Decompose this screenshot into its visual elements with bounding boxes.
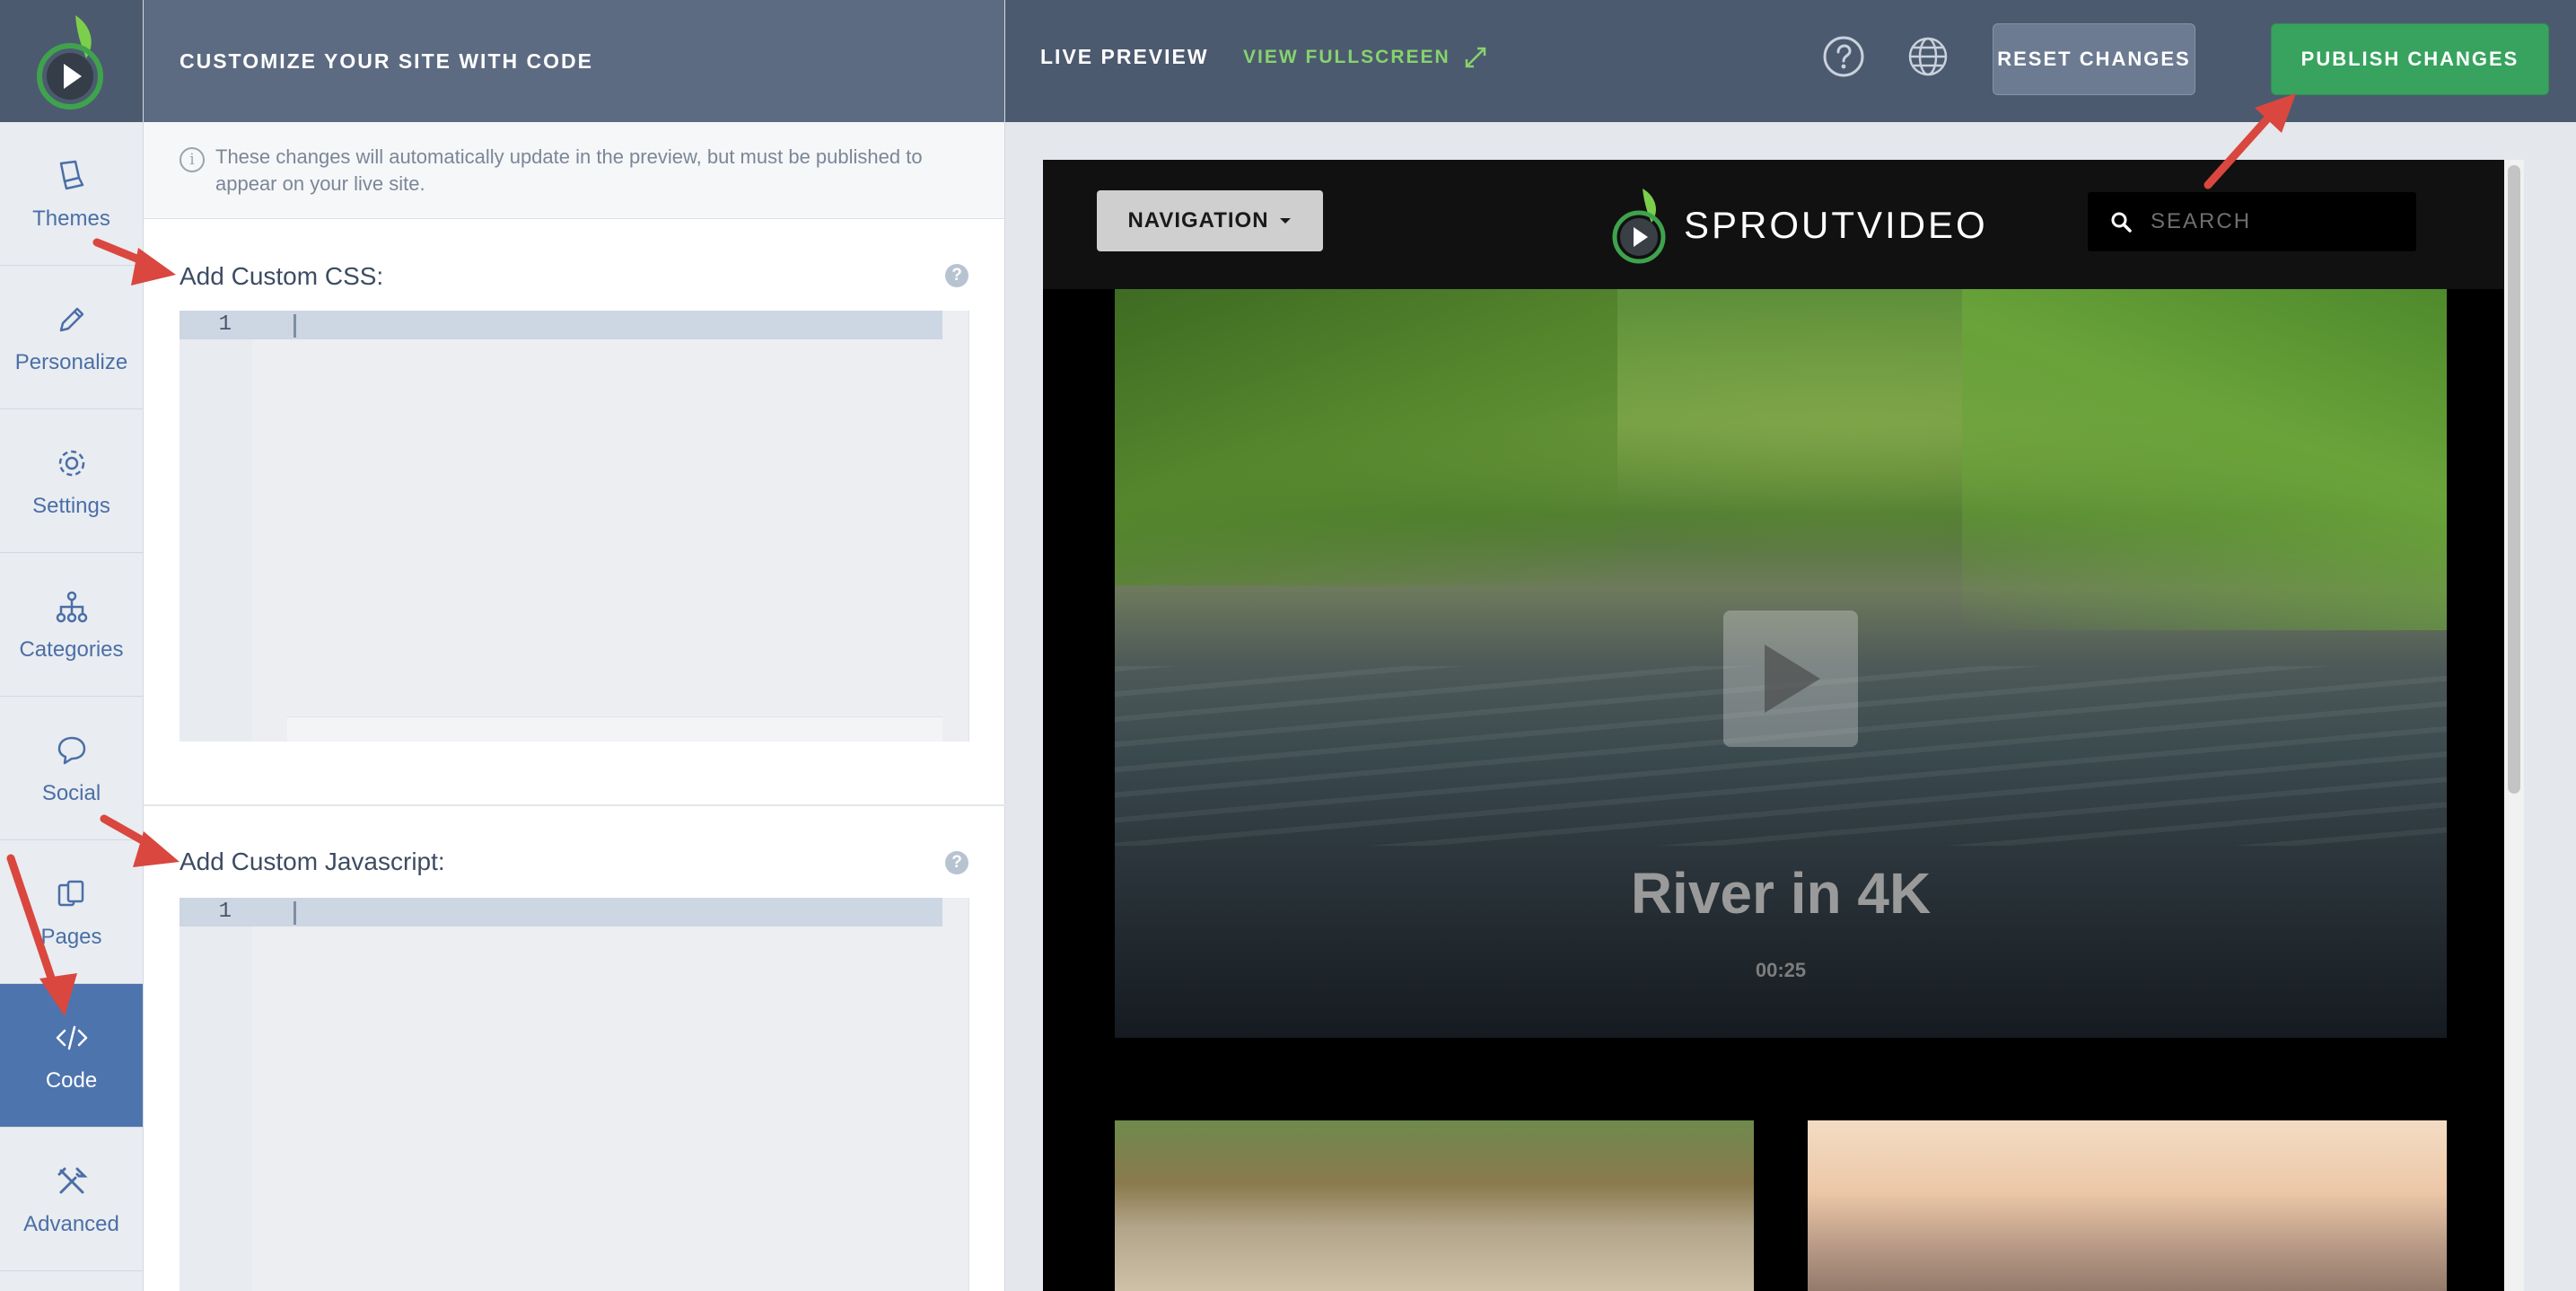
line-number: 1 xyxy=(218,900,232,924)
sidebar-item-personalize[interactable]: Personalize xyxy=(0,266,143,409)
publish-changes-button[interactable]: PUBLISH CHANGES xyxy=(2271,23,2549,95)
help-circle-icon[interactable] xyxy=(1822,35,1865,78)
caret-down-icon xyxy=(1279,218,1291,224)
sidebar-item-themes[interactable]: Themes xyxy=(0,122,143,266)
site-search-input[interactable]: SEARCH xyxy=(2088,192,2416,251)
js-code-editor[interactable]: 1 xyxy=(180,898,969,1291)
search-placeholder: SEARCH xyxy=(2151,209,2252,233)
css-code-editor[interactable]: 1 xyxy=(180,311,969,742)
sidebar-item-settings[interactable]: Settings xyxy=(0,409,143,553)
preview-scrollbar-thumb[interactable] xyxy=(2508,165,2520,794)
view-fullscreen-link[interactable]: VIEW FULLSCREEN xyxy=(1243,45,1488,70)
sidebar-item-label: Settings xyxy=(32,493,110,518)
gear-icon xyxy=(58,450,84,476)
horizontal-scrollbar[interactable] xyxy=(287,716,942,742)
site-header: NAVIGATION SPROUTVIDEO SEARCH xyxy=(1043,160,2519,289)
navigation-label: NAVIGATION xyxy=(1127,208,1269,233)
notice-line-1: These changes will automatically update … xyxy=(215,145,923,168)
text-caret xyxy=(294,314,296,338)
line-gutter xyxy=(180,311,252,742)
custom-js-title: Add Custom Javascript: xyxy=(180,847,445,875)
hero-image-forest-right xyxy=(1962,289,2447,630)
sidebar-item-label: Social xyxy=(41,780,101,805)
sprout-logo[interactable] xyxy=(0,0,143,122)
sidebar-item-pages[interactable]: Pages xyxy=(0,840,143,984)
brand-name: SPROUTVIDEO xyxy=(1684,204,1988,246)
sprout-logo-icon xyxy=(36,15,103,110)
text-caret xyxy=(294,901,296,925)
expand-icon xyxy=(1465,47,1485,68)
sidebar-item-categories[interactable]: Categories xyxy=(0,553,143,697)
custom-css-title: Add Custom CSS: xyxy=(180,262,384,290)
pages-icon xyxy=(57,880,83,906)
reset-changes-button[interactable]: RESET CHANGES xyxy=(1993,23,2195,95)
notice-line-2: appear on your live site. xyxy=(215,172,425,195)
autosave-notice: i These changes will automatically updat… xyxy=(144,122,1004,219)
site-brand[interactable]: SPROUTVIDEO xyxy=(1608,187,1988,264)
left-rail: Themes Personalize Settings Categories S… xyxy=(0,0,144,1291)
sidebar-item-label: Themes xyxy=(32,206,110,231)
sidebar-item-label: Code xyxy=(45,1067,98,1093)
code-icon xyxy=(56,1025,87,1049)
sidebar-item-code[interactable]: Code xyxy=(0,984,143,1128)
video-thumbnail[interactable] xyxy=(1115,1120,1754,1291)
live-preview-frame: NAVIGATION SPROUTVIDEO SEARCH River in 4… xyxy=(1043,160,2524,1291)
sidebar-item-advanced[interactable]: Advanced xyxy=(0,1128,143,1271)
globe-icon[interactable] xyxy=(1906,35,1950,78)
info-icon: i xyxy=(180,147,205,172)
view-fullscreen-label: VIEW FULLSCREEN xyxy=(1243,47,1450,67)
sidebar-item-label: Personalize xyxy=(14,349,128,374)
video-title: River in 4K xyxy=(1630,861,1932,926)
app-root: Themes Personalize Settings Categories S… xyxy=(0,0,2576,1291)
panel-title: CUSTOMIZE YOUR SITE WITH CODE xyxy=(144,0,1004,122)
play-button[interactable] xyxy=(1723,610,1858,747)
help-icon[interactable]: ? xyxy=(945,264,968,287)
hero-image-forest-left xyxy=(1115,289,1617,585)
sidebar-item-label: Advanced xyxy=(23,1211,119,1236)
line-number: 1 xyxy=(218,312,232,337)
video-thumbnail[interactable] xyxy=(1808,1120,2447,1291)
section-divider xyxy=(144,804,1005,806)
hierarchy-icon xyxy=(56,591,87,622)
help-icon[interactable]: ? xyxy=(945,851,968,874)
sidebar-item-social[interactable]: Social xyxy=(0,697,143,840)
speech-bubble-icon xyxy=(57,736,85,764)
preview-scrollbar[interactable] xyxy=(2504,160,2524,1291)
code-editor-panel: CUSTOMIZE YOUR SITE WITH CODE i These ch… xyxy=(144,0,1005,1291)
search-icon xyxy=(2111,212,2132,233)
navigation-dropdown[interactable]: NAVIGATION xyxy=(1097,190,1323,251)
preview-toolbar: LIVE PREVIEW VIEW FULLSCREEN RESET CHANG… xyxy=(1005,0,2576,122)
themes-icon xyxy=(59,160,83,189)
line-gutter xyxy=(180,898,252,1291)
sidebar-item-label: Pages xyxy=(40,924,102,949)
tools-icon xyxy=(57,1167,88,1193)
video-duration: 00:25 xyxy=(1755,959,1807,981)
sidebar-item-label: Categories xyxy=(19,637,124,662)
pencil-icon xyxy=(59,307,83,331)
live-preview-label: LIVE PREVIEW xyxy=(1040,45,1209,68)
sproutvideo-logo-icon xyxy=(1612,189,1666,264)
featured-video[interactable]: River in 4K 00:25 xyxy=(1115,289,2447,1038)
